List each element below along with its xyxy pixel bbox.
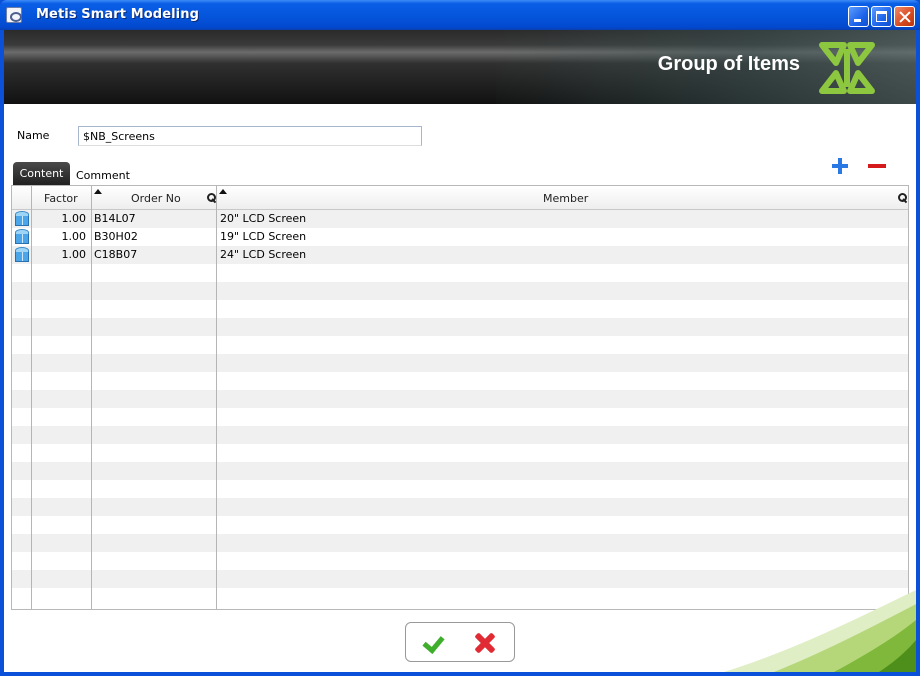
name-input[interactable]: $NB_Screens (78, 126, 422, 146)
header-banner: Group of Items (4, 30, 916, 104)
empty-table-row[interactable] (12, 408, 908, 426)
column-divider (31, 186, 32, 609)
cell-factor[interactable]: 1.00 (32, 230, 87, 243)
cell-order-no[interactable]: C18B07 (94, 248, 137, 261)
minimize-button[interactable] (848, 6, 869, 27)
checkmark-icon[interactable] (424, 632, 446, 652)
title-bar[interactable]: Metis Smart Modeling (0, 0, 920, 30)
cell-member[interactable]: 19" LCD Screen (220, 230, 306, 243)
maximize-button[interactable] (871, 6, 892, 27)
empty-table-row[interactable] (12, 336, 908, 354)
minus-icon[interactable] (868, 158, 886, 174)
app-icon[interactable] (6, 7, 22, 23)
dialog-client: Group of Items Name $NB_Screens Content … (4, 30, 916, 672)
cross-icon[interactable] (474, 632, 496, 654)
column-header-member[interactable]: Member (543, 192, 588, 205)
empty-table-row[interactable] (12, 444, 908, 462)
name-label: Name (17, 129, 50, 142)
cell-factor[interactable]: 1.00 (32, 212, 87, 225)
dialog-buttons (405, 622, 515, 662)
plus-icon[interactable] (832, 158, 848, 174)
cube-icon (14, 247, 30, 263)
column-divider (216, 186, 217, 609)
sort-ascending-icon[interactable] (219, 189, 227, 194)
empty-table-row[interactable] (12, 552, 908, 570)
cell-order-no[interactable]: B30H02 (94, 230, 138, 243)
empty-table-row[interactable] (12, 372, 908, 390)
empty-table-row[interactable] (12, 390, 908, 408)
window-title: Metis Smart Modeling (36, 7, 199, 22)
column-header-order-no[interactable]: Order No (131, 192, 181, 205)
empty-table-row[interactable] (12, 534, 908, 552)
cell-member[interactable]: 20" LCD Screen (220, 212, 306, 225)
empty-table-row[interactable] (12, 570, 908, 588)
table-row[interactable]: 1.00 B14L07 20" LCD Screen (12, 210, 908, 228)
key-icon (898, 193, 908, 203)
close-button[interactable] (894, 6, 915, 27)
items-grid: Factor Order No Member 1.00 B14L07 20" L… (11, 185, 909, 610)
cell-factor[interactable]: 1.00 (32, 248, 87, 261)
grid-rows: 1.00 B14L07 20" LCD Screen 1.00 B30H02 1… (12, 210, 908, 606)
empty-table-row[interactable] (12, 300, 908, 318)
metis-logo (819, 42, 875, 94)
sort-ascending-icon[interactable] (94, 189, 102, 194)
banner-title: Group of Items (657, 53, 800, 75)
table-row[interactable]: 1.00 C18B07 24" LCD Screen (12, 246, 908, 264)
empty-table-row[interactable] (12, 354, 908, 372)
empty-table-row[interactable] (12, 516, 908, 534)
empty-table-row[interactable] (12, 462, 908, 480)
table-row[interactable]: 1.00 B30H02 19" LCD Screen (12, 228, 908, 246)
cell-member[interactable]: 24" LCD Screen (220, 248, 306, 261)
empty-table-row[interactable] (12, 318, 908, 336)
tab-content[interactable]: Content (13, 162, 70, 186)
cube-icon (14, 211, 30, 227)
grid-header: Factor Order No Member (12, 186, 908, 210)
empty-table-row[interactable] (12, 282, 908, 300)
column-header-factor[interactable]: Factor (44, 192, 78, 205)
empty-table-row[interactable] (12, 426, 908, 444)
column-divider (91, 186, 92, 609)
empty-table-row[interactable] (12, 264, 908, 282)
empty-table-row[interactable] (12, 480, 908, 498)
cube-icon (14, 229, 30, 245)
cell-order-no[interactable]: B14L07 (94, 212, 136, 225)
empty-table-row[interactable] (12, 498, 908, 516)
app-window: Metis Smart Modeling Group of Items Name… (0, 0, 920, 676)
decorative-swoosh (724, 590, 916, 672)
